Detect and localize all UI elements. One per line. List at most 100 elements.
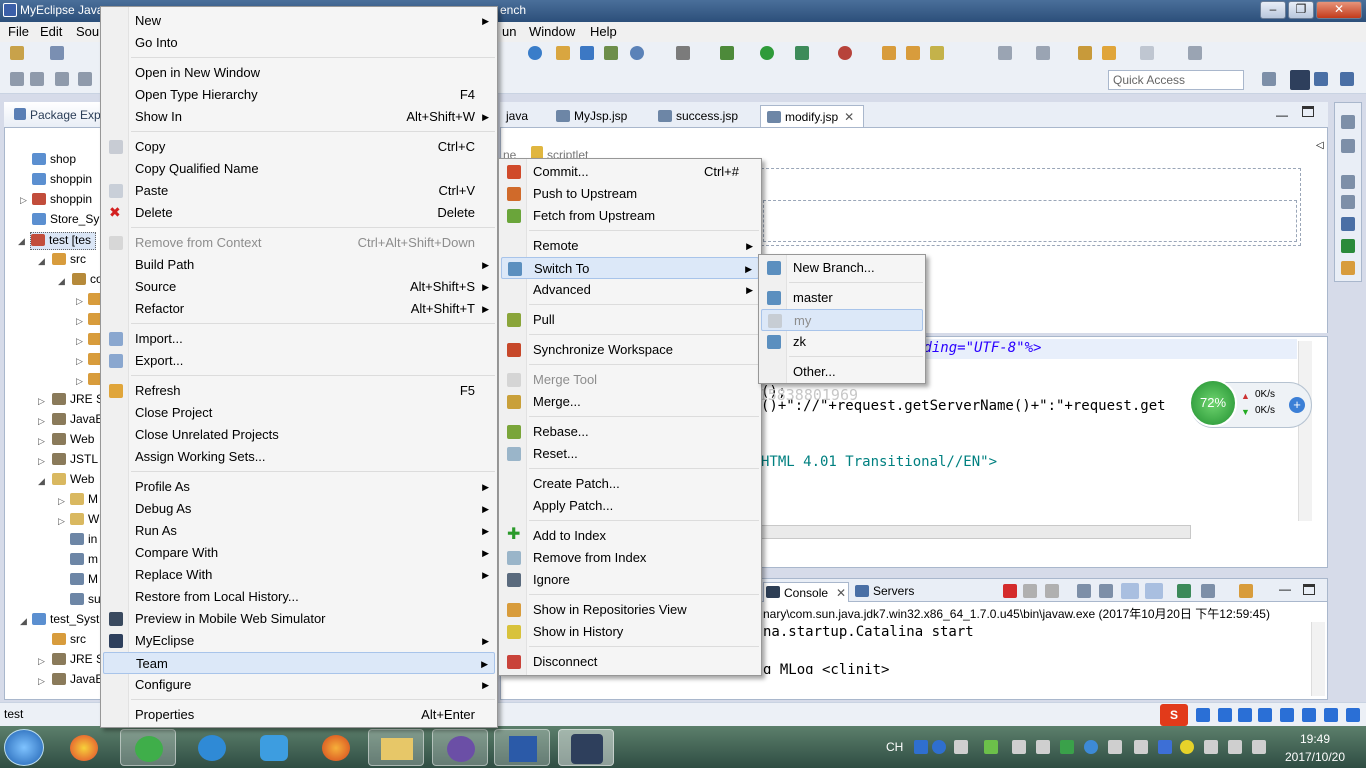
debug-icon[interactable]	[720, 46, 734, 60]
menu-item-export[interactable]: Export...	[103, 350, 495, 372]
menu-item-build-path[interactable]: Build Path ▶	[103, 254, 495, 276]
show-on-output-icon[interactable]	[1121, 583, 1139, 599]
last-edit-icon[interactable]	[1078, 46, 1092, 60]
restore-icon[interactable]	[1341, 175, 1355, 189]
menu-item-apply-patch[interactable]: Apply Patch...	[501, 495, 759, 517]
menu-item-copy[interactable]: Copy Ctrl+C	[103, 136, 495, 158]
tray-icon[interactable]	[1036, 740, 1050, 754]
taskbar-word[interactable]	[494, 729, 550, 766]
tree-item[interactable]: src	[52, 632, 86, 650]
menu-item-add-to-index[interactable]: ✚ Add to Index	[501, 525, 759, 547]
menu-item-team[interactable]: Team ▶	[103, 652, 495, 674]
new-wizard-icon[interactable]	[50, 46, 64, 60]
remove-all-icon[interactable]	[1045, 584, 1059, 598]
new-icon[interactable]	[10, 46, 24, 60]
tree-item[interactable]: Web	[52, 472, 94, 490]
outline-icon[interactable]	[1341, 139, 1355, 153]
tree-item[interactable]: JRE S	[52, 392, 104, 410]
network-icon[interactable]	[1012, 740, 1026, 754]
expand-icon[interactable]: ▷	[76, 296, 83, 307]
menu-item-merge-tool[interactable]: Merge Tool	[501, 369, 759, 391]
horizontal-scrollbar[interactable]	[761, 525, 1191, 539]
clear-console-icon[interactable]	[1077, 584, 1091, 598]
menu-item-create-patch[interactable]: Create Patch...	[501, 473, 759, 495]
menu-item-profile-as[interactable]: Profile As ▶	[103, 476, 495, 498]
menu-item-branch-zk[interactable]: zk	[761, 331, 923, 353]
menu-item-disconnect[interactable]: Disconnect	[501, 651, 759, 673]
expand-icon[interactable]: ▷	[38, 436, 45, 447]
search-icon[interactable]	[930, 46, 944, 60]
menu-item-new[interactable]: New ▶	[103, 10, 495, 32]
battery-icon[interactable]	[984, 740, 998, 754]
expand-icon[interactable]: ▷	[76, 336, 83, 347]
maximize-view-icon[interactable]	[1302, 106, 1314, 117]
terminate-icon[interactable]	[1003, 584, 1017, 598]
show-on-error-icon[interactable]	[1145, 583, 1163, 599]
tree-item[interactable]: Store_Sy	[32, 212, 99, 230]
tray-icon[interactable]	[1204, 740, 1218, 754]
menu-item-restore-local-history[interactable]: Restore from Local History...	[103, 586, 495, 608]
expand-icon[interactable]: ▷	[76, 376, 83, 387]
tab-success[interactable]: success.jsp	[652, 105, 744, 127]
minimize-button[interactable]: –	[1260, 1, 1286, 19]
tray-icon[interactable]	[1108, 740, 1122, 754]
menu-item-copy-qualified-name[interactable]: Copy Qualified Name	[103, 158, 495, 180]
ime-menu-icon[interactable]	[1302, 708, 1316, 722]
taskbar-app[interactable]	[56, 729, 112, 766]
expand-icon[interactable]: ▷	[20, 195, 27, 206]
open-console-icon[interactable]	[1239, 584, 1253, 598]
tab-console[interactable]: Console ✕	[763, 582, 849, 602]
tree-item-selected[interactable]: test [tes	[30, 232, 97, 250]
menu-item-assign-working-sets[interactable]: Assign Working Sets...	[103, 446, 495, 468]
minimize-view-icon[interactable]: —	[1276, 108, 1288, 122]
tree-item[interactable]: JavaE	[52, 412, 103, 430]
menu-item-close-project[interactable]: Close Project	[103, 402, 495, 424]
menu-item-replace-with[interactable]: Replace With ▶	[103, 564, 495, 586]
prev-annotation-icon[interactable]	[1036, 46, 1050, 60]
menu-help[interactable]: Help	[590, 24, 617, 39]
menu-item-close-unrelated[interactable]: Close Unrelated Projects	[103, 424, 495, 446]
taskbar-app[interactable]	[246, 729, 302, 766]
menu-item-go-into[interactable]: Go Into	[103, 32, 495, 54]
server-icon[interactable]	[630, 46, 644, 60]
menu-item-reset[interactable]: Reset...	[501, 443, 759, 465]
menu-item-paste[interactable]: Paste Ctrl+V	[103, 180, 495, 202]
back-icon[interactable]	[1102, 46, 1116, 60]
scroll-lock-icon[interactable]	[1099, 584, 1113, 598]
ime-punct-icon[interactable]	[1218, 708, 1232, 722]
taskbar-ie[interactable]	[184, 729, 240, 766]
tree-item[interactable]: Web	[52, 432, 94, 450]
menu-item-advanced[interactable]: Advanced ▶	[501, 279, 759, 301]
open-resource-icon[interactable]	[906, 46, 920, 60]
tree-item[interactable]: in	[70, 532, 97, 550]
ime-emoji-icon[interactable]	[1238, 708, 1252, 722]
menu-item-delete[interactable]: ✖ Delete Delete	[103, 202, 495, 224]
clock-time[interactable]: 19:49	[1276, 732, 1354, 746]
junit-icon[interactable]	[1341, 239, 1355, 253]
next-annotation-icon[interactable]	[998, 46, 1012, 60]
menu-item-rebase[interactable]: Rebase...	[501, 421, 759, 443]
taskbar-firefox[interactable]	[308, 729, 364, 766]
menu-item-myeclipse[interactable]: MyEclipse ▶	[103, 630, 495, 652]
close-tab-icon[interactable]: ✕	[844, 110, 854, 124]
sogou-ime-icon[interactable]: S	[1160, 704, 1188, 726]
tree-item[interactable]: M	[70, 492, 98, 510]
menu-item-new-branch[interactable]: New Branch...	[761, 257, 923, 279]
menu-item-configure[interactable]: Configure ▶	[103, 674, 495, 696]
tree-item[interactable]: M	[70, 572, 98, 590]
layout-icon[interactable]	[78, 72, 92, 86]
package-explorer-tab[interactable]: Package Expl	[4, 102, 106, 128]
tree-item[interactable]: co	[72, 272, 103, 290]
tree-item[interactable]: JSTL	[52, 452, 98, 470]
help-icon[interactable]	[932, 740, 946, 754]
menu-item-import[interactable]: Import...	[103, 328, 495, 350]
taskbar-myeclipse[interactable]	[558, 729, 614, 766]
taskbar-app[interactable]	[120, 729, 176, 766]
tray-icon[interactable]	[954, 740, 968, 754]
display-console-icon[interactable]	[1201, 584, 1215, 598]
taskbar-explorer[interactable]	[368, 729, 424, 766]
camera-icon[interactable]	[676, 46, 690, 60]
menu-item-branch-my[interactable]: my	[761, 309, 923, 331]
menu-item-branch-other[interactable]: Other...	[761, 361, 923, 383]
menu-item-debug-as[interactable]: Debug As ▶	[103, 498, 495, 520]
